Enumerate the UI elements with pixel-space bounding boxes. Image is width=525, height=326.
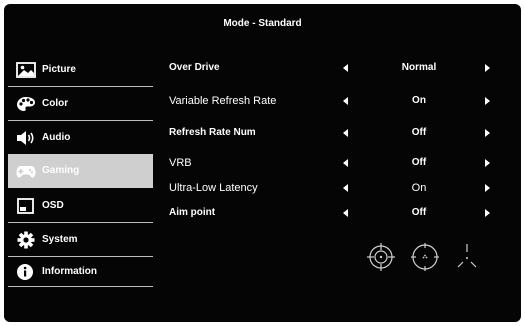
crosshair-tri-line-icon[interactable] (450, 240, 484, 274)
divider (8, 286, 153, 287)
arrow-right-icon[interactable] (485, 159, 490, 167)
setting-value: On (411, 182, 427, 194)
sidebar-item-system[interactable]: System (8, 224, 153, 256)
crosshair-circle-target-icon[interactable] (364, 240, 398, 274)
divider (8, 86, 153, 87)
setting-value: On (412, 95, 426, 106)
arrow-right-icon[interactable] (485, 209, 490, 217)
crosshair-dot-circle-icon[interactable] (408, 240, 442, 274)
arrow-left-icon[interactable] (343, 97, 348, 105)
sidebar-item-gaming[interactable]: Gaming (8, 154, 153, 188)
sidebar-item-label: Gaming (42, 165, 80, 176)
info-icon (16, 263, 36, 281)
sidebar-item-audio[interactable]: Audio (8, 122, 153, 154)
sidebar-item-label: Picture (42, 64, 76, 75)
setting-row-aim-point[interactable]: Aim point Off (169, 202, 509, 224)
sidebar-item-information[interactable]: Information (8, 256, 153, 288)
sidebar-item-color[interactable]: Color (8, 88, 153, 120)
sidebar: Picture Color Audio Gaming OSD System In… (8, 50, 153, 290)
sidebar-item-osd[interactable]: OSD (8, 190, 153, 222)
divider (8, 222, 153, 223)
speaker-icon (16, 129, 36, 147)
sidebar-item-label: OSD (42, 200, 64, 211)
gamepad-icon (16, 162, 36, 180)
arrow-right-icon[interactable] (485, 97, 490, 105)
setting-row-ultra-low-latency[interactable]: Ultra-Low Latency On (169, 177, 509, 199)
arrow-right-icon[interactable] (485, 129, 490, 137)
setting-row-variable-refresh-rate[interactable]: Variable Refresh Rate On (169, 90, 509, 112)
setting-value: Off (411, 207, 427, 218)
arrow-left-icon[interactable] (343, 209, 348, 217)
sidebar-item-label: Information (42, 266, 97, 277)
sidebar-item-label: Audio (42, 132, 71, 143)
sidebar-item-label: System (42, 234, 78, 245)
setting-value: Off (411, 127, 427, 138)
sidebar-item-label: Color (42, 98, 69, 109)
setting-label: Refresh Rate Num (169, 127, 256, 138)
gear-icon (16, 231, 36, 249)
arrow-right-icon[interactable] (485, 184, 490, 192)
arrow-right-icon[interactable] (485, 64, 490, 72)
picture-icon (16, 61, 36, 79)
arrow-left-icon[interactable] (343, 184, 348, 192)
mode-title: Mode - Standard (223, 18, 302, 29)
arrow-left-icon[interactable] (343, 159, 348, 167)
aim-point-options (364, 240, 484, 276)
setting-row-vrb[interactable]: VRB Off (169, 152, 509, 174)
setting-label: VRB (169, 157, 192, 169)
setting-label: Variable Refresh Rate (169, 95, 277, 107)
sidebar-item-picture[interactable]: Picture (8, 54, 153, 86)
palette-icon (16, 95, 36, 113)
setting-row-refresh-rate-num[interactable]: Refresh Rate Num Off (169, 122, 509, 144)
setting-label: Aim point (169, 207, 216, 218)
divider (8, 120, 153, 121)
osd-menu: Mode - Standard Picture Color Audio Gami… (4, 4, 521, 322)
setting-label: Ultra-Low Latency (169, 182, 258, 194)
setting-value: Normal (401, 62, 437, 73)
arrow-left-icon[interactable] (343, 64, 348, 72)
setting-label: Over Drive (169, 62, 220, 73)
setting-row-over-drive[interactable]: Over Drive Normal (169, 57, 509, 79)
setting-value: Off (411, 157, 427, 168)
arrow-left-icon[interactable] (343, 129, 348, 137)
osd-icon (16, 197, 36, 215)
